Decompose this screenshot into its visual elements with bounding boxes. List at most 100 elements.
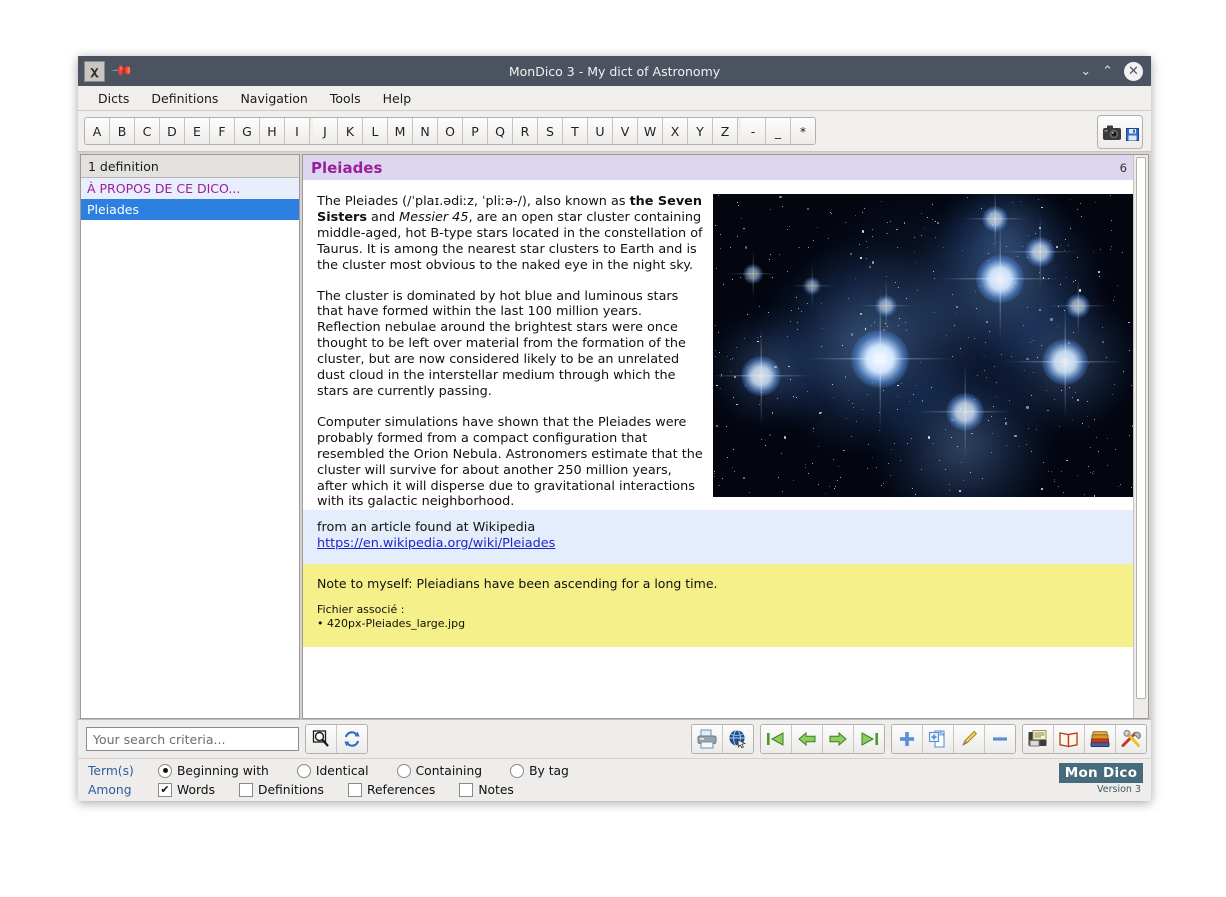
- alphabet-button-F[interactable]: F: [210, 118, 235, 144]
- star: [974, 290, 976, 292]
- checkbox-indicator[interactable]: [459, 782, 474, 797]
- menu-item-definitions[interactable]: Definitions: [140, 89, 229, 108]
- alphabet-button-Z[interactable]: Z: [713, 118, 738, 144]
- save-button[interactable]: [1023, 725, 1054, 753]
- web-button[interactable]: [723, 725, 753, 753]
- delete-button[interactable]: [985, 725, 1015, 753]
- alphabet-button-M[interactable]: M: [388, 118, 413, 144]
- menu-item-tools[interactable]: Tools: [319, 89, 372, 108]
- star: [871, 228, 873, 230]
- print-button[interactable]: [692, 725, 723, 753]
- alphabet-button-J[interactable]: J: [313, 118, 338, 144]
- maximize-button[interactable]: ⌃: [1102, 65, 1113, 78]
- alphabet-button-K[interactable]: K: [338, 118, 363, 144]
- alphabet-button-O[interactable]: O: [438, 118, 463, 144]
- previous-button[interactable]: [792, 725, 823, 753]
- duplicate-button[interactable]: [923, 725, 954, 753]
- alphabet-button-H[interactable]: H: [260, 118, 285, 144]
- radio-indicator[interactable]: [396, 763, 411, 778]
- radio-indicator[interactable]: [510, 763, 525, 778]
- minimize-button[interactable]: ⌄: [1080, 65, 1091, 78]
- alphabet-button-*[interactable]: *: [791, 118, 815, 144]
- checkbox-indicator[interactable]: [239, 782, 254, 797]
- capture-save-button[interactable]: [1097, 115, 1143, 149]
- alphabet-button-I[interactable]: I: [285, 118, 310, 144]
- radio-containing[interactable]: Containing: [396, 763, 482, 778]
- definition-list[interactable]: À PROPOS DE CE DICO... Pleiades: [81, 178, 299, 718]
- close-button[interactable]: ✕: [1124, 61, 1143, 81]
- radio-beginning-with[interactable]: Beginning with: [158, 763, 269, 778]
- last-button[interactable]: [854, 725, 884, 753]
- search-button[interactable]: [306, 725, 337, 753]
- refresh-button[interactable]: [337, 725, 367, 753]
- star: [757, 340, 759, 343]
- navigation-button-group: [760, 724, 885, 754]
- alphabet-button-Y[interactable]: Y: [688, 118, 713, 144]
- alphabet-button-C[interactable]: C: [135, 118, 160, 144]
- star: [1028, 235, 1029, 236]
- edit-button-group: [891, 724, 1016, 754]
- alphabet-button-S[interactable]: S: [538, 118, 563, 144]
- star: [837, 480, 839, 482]
- star: [1119, 484, 1121, 485]
- alphabet-button-L[interactable]: L: [363, 118, 388, 144]
- source-link[interactable]: https://en.wikipedia.org/wiki/Pleiades: [317, 536, 555, 551]
- checkbox-words[interactable]: ✔ Words: [158, 782, 215, 797]
- star: [1086, 401, 1088, 402]
- dictionaries-button[interactable]: [1085, 725, 1116, 753]
- alphabet-button-D[interactable]: D: [160, 118, 185, 144]
- alphabet-button-G[interactable]: G: [235, 118, 260, 144]
- star: [850, 253, 852, 255]
- checkbox-label: Notes: [478, 782, 514, 797]
- alphabet-button-A[interactable]: A: [85, 118, 110, 144]
- menu-item-navigation[interactable]: Navigation: [229, 89, 318, 108]
- star: [882, 482, 885, 485]
- radio-identical[interactable]: Identical: [296, 763, 369, 778]
- search-input[interactable]: [86, 727, 299, 751]
- alphabet-button-N[interactable]: N: [413, 118, 438, 144]
- alphabet-button-W[interactable]: W: [638, 118, 663, 144]
- alphabet-button-U[interactable]: U: [588, 118, 613, 144]
- checkbox-definitions[interactable]: Definitions: [239, 782, 324, 797]
- menu-item-dicts[interactable]: Dicts: [87, 89, 140, 108]
- content-scrollbar[interactable]: [1133, 155, 1148, 718]
- star: [893, 443, 895, 444]
- pin-icon[interactable]: 📌: [110, 59, 134, 83]
- alphabet-button-Q[interactable]: Q: [488, 118, 513, 144]
- list-item-about[interactable]: À PROPOS DE CE DICO...: [81, 178, 299, 199]
- star: [1098, 450, 1100, 452]
- scrollbar-thumb[interactable]: [1136, 157, 1146, 699]
- menu-item-help[interactable]: Help: [372, 89, 423, 108]
- star: [1053, 398, 1056, 401]
- alphabet-button--[interactable]: -: [741, 118, 766, 144]
- list-item-pleiades[interactable]: Pleiades: [81, 199, 299, 220]
- settings-button[interactable]: [1116, 725, 1146, 753]
- alphabet-button-X[interactable]: X: [663, 118, 688, 144]
- star: [933, 312, 935, 314]
- add-button[interactable]: [892, 725, 923, 753]
- alphabet-button-R[interactable]: R: [513, 118, 538, 144]
- star: [1106, 464, 1108, 466]
- alphabet-button-P[interactable]: P: [463, 118, 488, 144]
- book-button[interactable]: [1054, 725, 1085, 753]
- alphabet-button-V[interactable]: V: [613, 118, 638, 144]
- star: [887, 463, 889, 465]
- alphabet-button-E[interactable]: E: [185, 118, 210, 144]
- star: [1035, 232, 1037, 234]
- radio-by-tag[interactable]: By tag: [510, 763, 569, 778]
- checkbox-notes[interactable]: Notes: [459, 782, 514, 797]
- radio-indicator[interactable]: [296, 763, 311, 778]
- radio-indicator[interactable]: [158, 763, 172, 778]
- checkbox-indicator[interactable]: ✔: [158, 782, 172, 797]
- next-button[interactable]: [823, 725, 854, 753]
- first-button[interactable]: [761, 725, 792, 753]
- checkbox-indicator[interactable]: [347, 782, 362, 797]
- edit-button[interactable]: [954, 725, 985, 753]
- alphabet-button-_[interactable]: _: [766, 118, 791, 144]
- alphabet-button-T[interactable]: T: [563, 118, 588, 144]
- checkbox-references[interactable]: References: [347, 782, 435, 797]
- left-arrow-icon: [798, 731, 816, 747]
- alphabet-button-B[interactable]: B: [110, 118, 135, 144]
- star: [971, 432, 973, 435]
- star: [945, 429, 946, 430]
